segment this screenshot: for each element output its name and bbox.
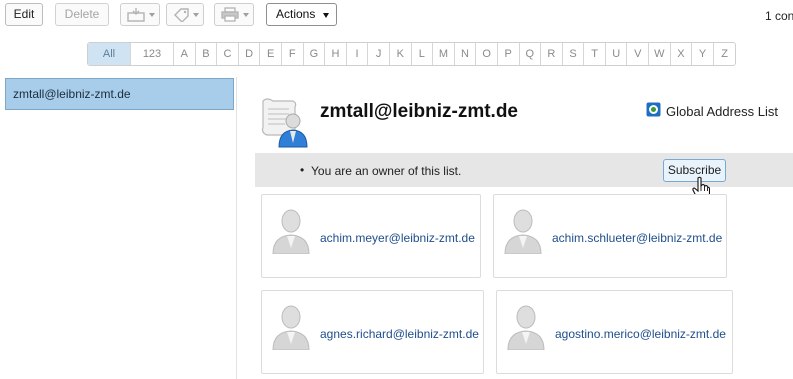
alphabet-filter-f[interactable]: F — [282, 43, 304, 65]
member-email[interactable]: agostino.merico@leibniz-zmt.de — [555, 327, 726, 341]
chevron-down-icon — [243, 13, 249, 17]
inbox-icon — [127, 8, 145, 22]
chevron-down-icon — [323, 13, 329, 18]
distribution-list-icon — [261, 98, 308, 148]
owner-message: You are an owner of this list. — [311, 164, 462, 178]
member-card[interactable]: achim.schlueter@leibniz-zmt.de — [493, 194, 727, 278]
alphabet-filter-q[interactable]: Q — [520, 43, 542, 65]
person-icon — [272, 209, 310, 254]
address-book-name: Global Address List — [666, 104, 779, 119]
chevron-down-icon — [149, 13, 155, 17]
person-icon — [272, 305, 310, 350]
alphabet-filter-w[interactable]: W — [649, 43, 671, 65]
alphabet-filter-a[interactable]: A — [174, 43, 196, 65]
alphabet-filter: All 123 A B C D E F G H I J K L M N O P Q R S T U V W X Y Z — [87, 42, 737, 66]
member-email[interactable]: achim.meyer@leibniz-zmt.de — [320, 231, 475, 245]
alphabet-filter-j[interactable]: J — [368, 43, 390, 65]
address-book-icon — [646, 102, 661, 117]
toolbar: Edit Delete Actions 1 con — [0, 0, 793, 36]
member-card[interactable]: agnes.richard@leibniz-zmt.de — [261, 290, 484, 374]
person-icon — [507, 305, 545, 350]
alphabet-filter-s[interactable]: S — [563, 43, 585, 65]
member-email[interactable]: agnes.richard@leibniz-zmt.de — [320, 327, 479, 341]
alphabet-filter-m[interactable]: M — [433, 43, 455, 65]
actions-dropdown[interactable]: Actions — [266, 3, 337, 26]
alphabet-filter-k[interactable]: K — [390, 43, 412, 65]
alphabet-filter-l[interactable]: L — [412, 43, 434, 65]
alphabet-filter-all[interactable]: All — [88, 43, 131, 65]
alphabet-filter-d[interactable]: D — [239, 43, 261, 65]
actions-label: Actions — [276, 7, 316, 21]
contact-list: zmtall@leibniz-zmt.de — [0, 77, 237, 379]
alphabet-filter-b[interactable]: B — [196, 43, 218, 65]
tag-dropdown[interactable] — [166, 3, 204, 26]
member-card[interactable]: agostino.merico@leibniz-zmt.de — [496, 290, 733, 374]
print-dropdown[interactable] — [214, 3, 254, 26]
alphabet-filter-n[interactable]: N — [455, 43, 477, 65]
printer-icon — [221, 7, 239, 22]
alphabet-filter-r[interactable]: R — [541, 43, 563, 65]
tag-icon — [174, 8, 189, 22]
new-item-dropdown[interactable] — [120, 3, 160, 26]
alphabet-filter-g[interactable]: G — [304, 43, 326, 65]
edit-button[interactable]: Edit — [5, 3, 43, 26]
person-icon — [504, 209, 542, 254]
alphabet-filter-y[interactable]: Y — [692, 43, 714, 65]
owner-notice-bar: • You are an owner of this list. Subscri… — [255, 153, 793, 187]
alphabet-filter-h[interactable]: H — [325, 43, 347, 65]
bullet-icon: • — [300, 163, 305, 177]
alphabet-filter-p[interactable]: P — [498, 43, 520, 65]
alphabet-filter-x[interactable]: X — [671, 43, 693, 65]
alphabet-filter-u[interactable]: U — [606, 43, 628, 65]
alphabet-filter-t[interactable]: T — [584, 43, 606, 65]
alphabet-filter-v[interactable]: V — [627, 43, 650, 65]
alphabet-filter-123[interactable]: 123 — [131, 43, 174, 65]
member-card[interactable]: achim.meyer@leibniz-zmt.de — [261, 194, 481, 278]
alphabet-filter-e[interactable]: E — [260, 43, 282, 65]
member-email[interactable]: achim.schlueter@leibniz-zmt.de — [552, 231, 722, 245]
delete-button[interactable]: Delete — [55, 3, 109, 26]
chevron-down-icon — [193, 13, 199, 17]
alphabet-filter-i[interactable]: I — [347, 43, 369, 65]
alphabet-filter-o[interactable]: O — [476, 43, 498, 65]
list-item[interactable]: zmtall@leibniz-zmt.de — [5, 78, 234, 110]
page-title: zmtall@leibniz-zmt.de — [320, 101, 518, 122]
alphabet-filter-c[interactable]: C — [217, 43, 239, 65]
alphabet-filter-z[interactable]: Z — [714, 43, 736, 65]
record-count: 1 con — [765, 9, 793, 23]
